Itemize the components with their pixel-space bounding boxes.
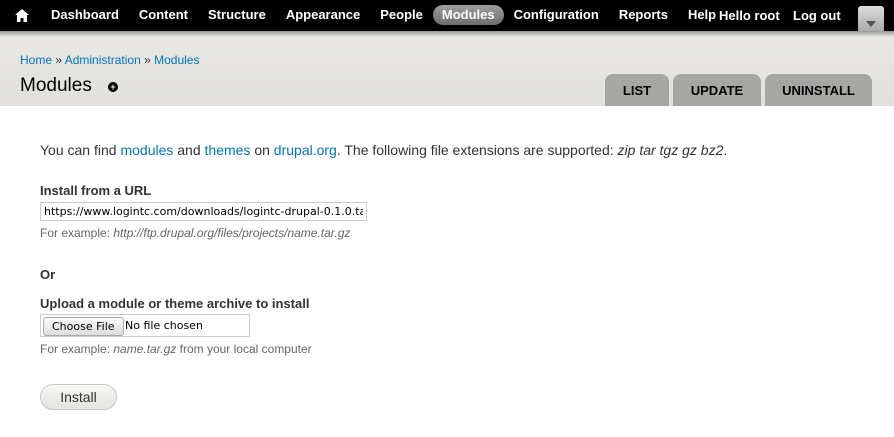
install-url-input[interactable] (40, 202, 367, 221)
toolbar-item-structure[interactable]: Structure (198, 5, 276, 25)
page-header: Home » Administration » Modules Modules … (0, 31, 894, 106)
toolbar-item-content[interactable]: Content (129, 5, 198, 25)
install-button[interactable]: Install (40, 384, 117, 410)
greeting-text: Hello (719, 8, 751, 23)
toolbar-item-dashboard[interactable]: Dashboard (41, 5, 129, 25)
tab-uninstall[interactable]: UNINSTALL (765, 74, 872, 106)
chevron-down-icon (866, 21, 876, 27)
install-url-label: Install from a URL (40, 183, 152, 198)
file-status: No file chosen (125, 319, 203, 332)
modules-link[interactable]: modules (120, 142, 173, 158)
supported-extensions: zip tar tgz gz bz2 (617, 142, 724, 158)
or-label: Or (40, 267, 56, 282)
breadcrumb-administration[interactable]: Administration (65, 53, 141, 67)
toolbar-item-modules[interactable]: Modules (432, 5, 504, 25)
admin-toolbar: Dashboard Content Structure Appearance Peopl… (0, 0, 894, 31)
user-greeting: Hello root (719, 8, 780, 23)
breadcrumb-modules[interactable]: Modules (154, 53, 199, 67)
page-title: Modules (20, 75, 92, 96)
toolbar-menu: Dashboard Content Structure Appearance Peopl… (41, 5, 726, 25)
toolbar-item-reports[interactable]: Reports (609, 5, 678, 25)
upload-label: Upload a module or theme archive to inst… (40, 296, 310, 311)
breadcrumb: Home » Administration » Modules (20, 53, 199, 67)
breadcrumb-home[interactable]: Home (20, 53, 52, 67)
choose-file-button[interactable]: Choose File (43, 317, 124, 336)
file-upload-field[interactable]: Choose File No file chosen (40, 314, 250, 337)
username[interactable]: root (754, 8, 779, 23)
breadcrumb-separator: » (55, 53, 63, 67)
intro-text: You can find modules and themes on drupa… (40, 142, 728, 158)
tab-update[interactable]: UPDATE (673, 74, 761, 106)
breadcrumb-separator: » (144, 53, 151, 67)
tab-list[interactable]: LIST (605, 74, 669, 106)
home-icon[interactable] (10, 3, 34, 27)
toolbar-item-people[interactable]: People (370, 5, 433, 25)
upload-example: For example: name.tar.gz from your local… (40, 342, 312, 356)
toolbar-item-appearance[interactable]: Appearance (276, 5, 370, 25)
add-shortcut-icon[interactable]: + (108, 82, 118, 92)
logout-link[interactable]: Log out (793, 8, 841, 23)
drupal-org-link[interactable]: drupal.org (274, 142, 337, 158)
install-url-example: For example: http://ftp.drupal.org/files… (40, 226, 351, 240)
toolbar-drawer-toggle[interactable] (858, 6, 884, 31)
themes-link[interactable]: themes (205, 142, 251, 158)
toolbar-item-configuration[interactable]: Configuration (504, 5, 609, 25)
